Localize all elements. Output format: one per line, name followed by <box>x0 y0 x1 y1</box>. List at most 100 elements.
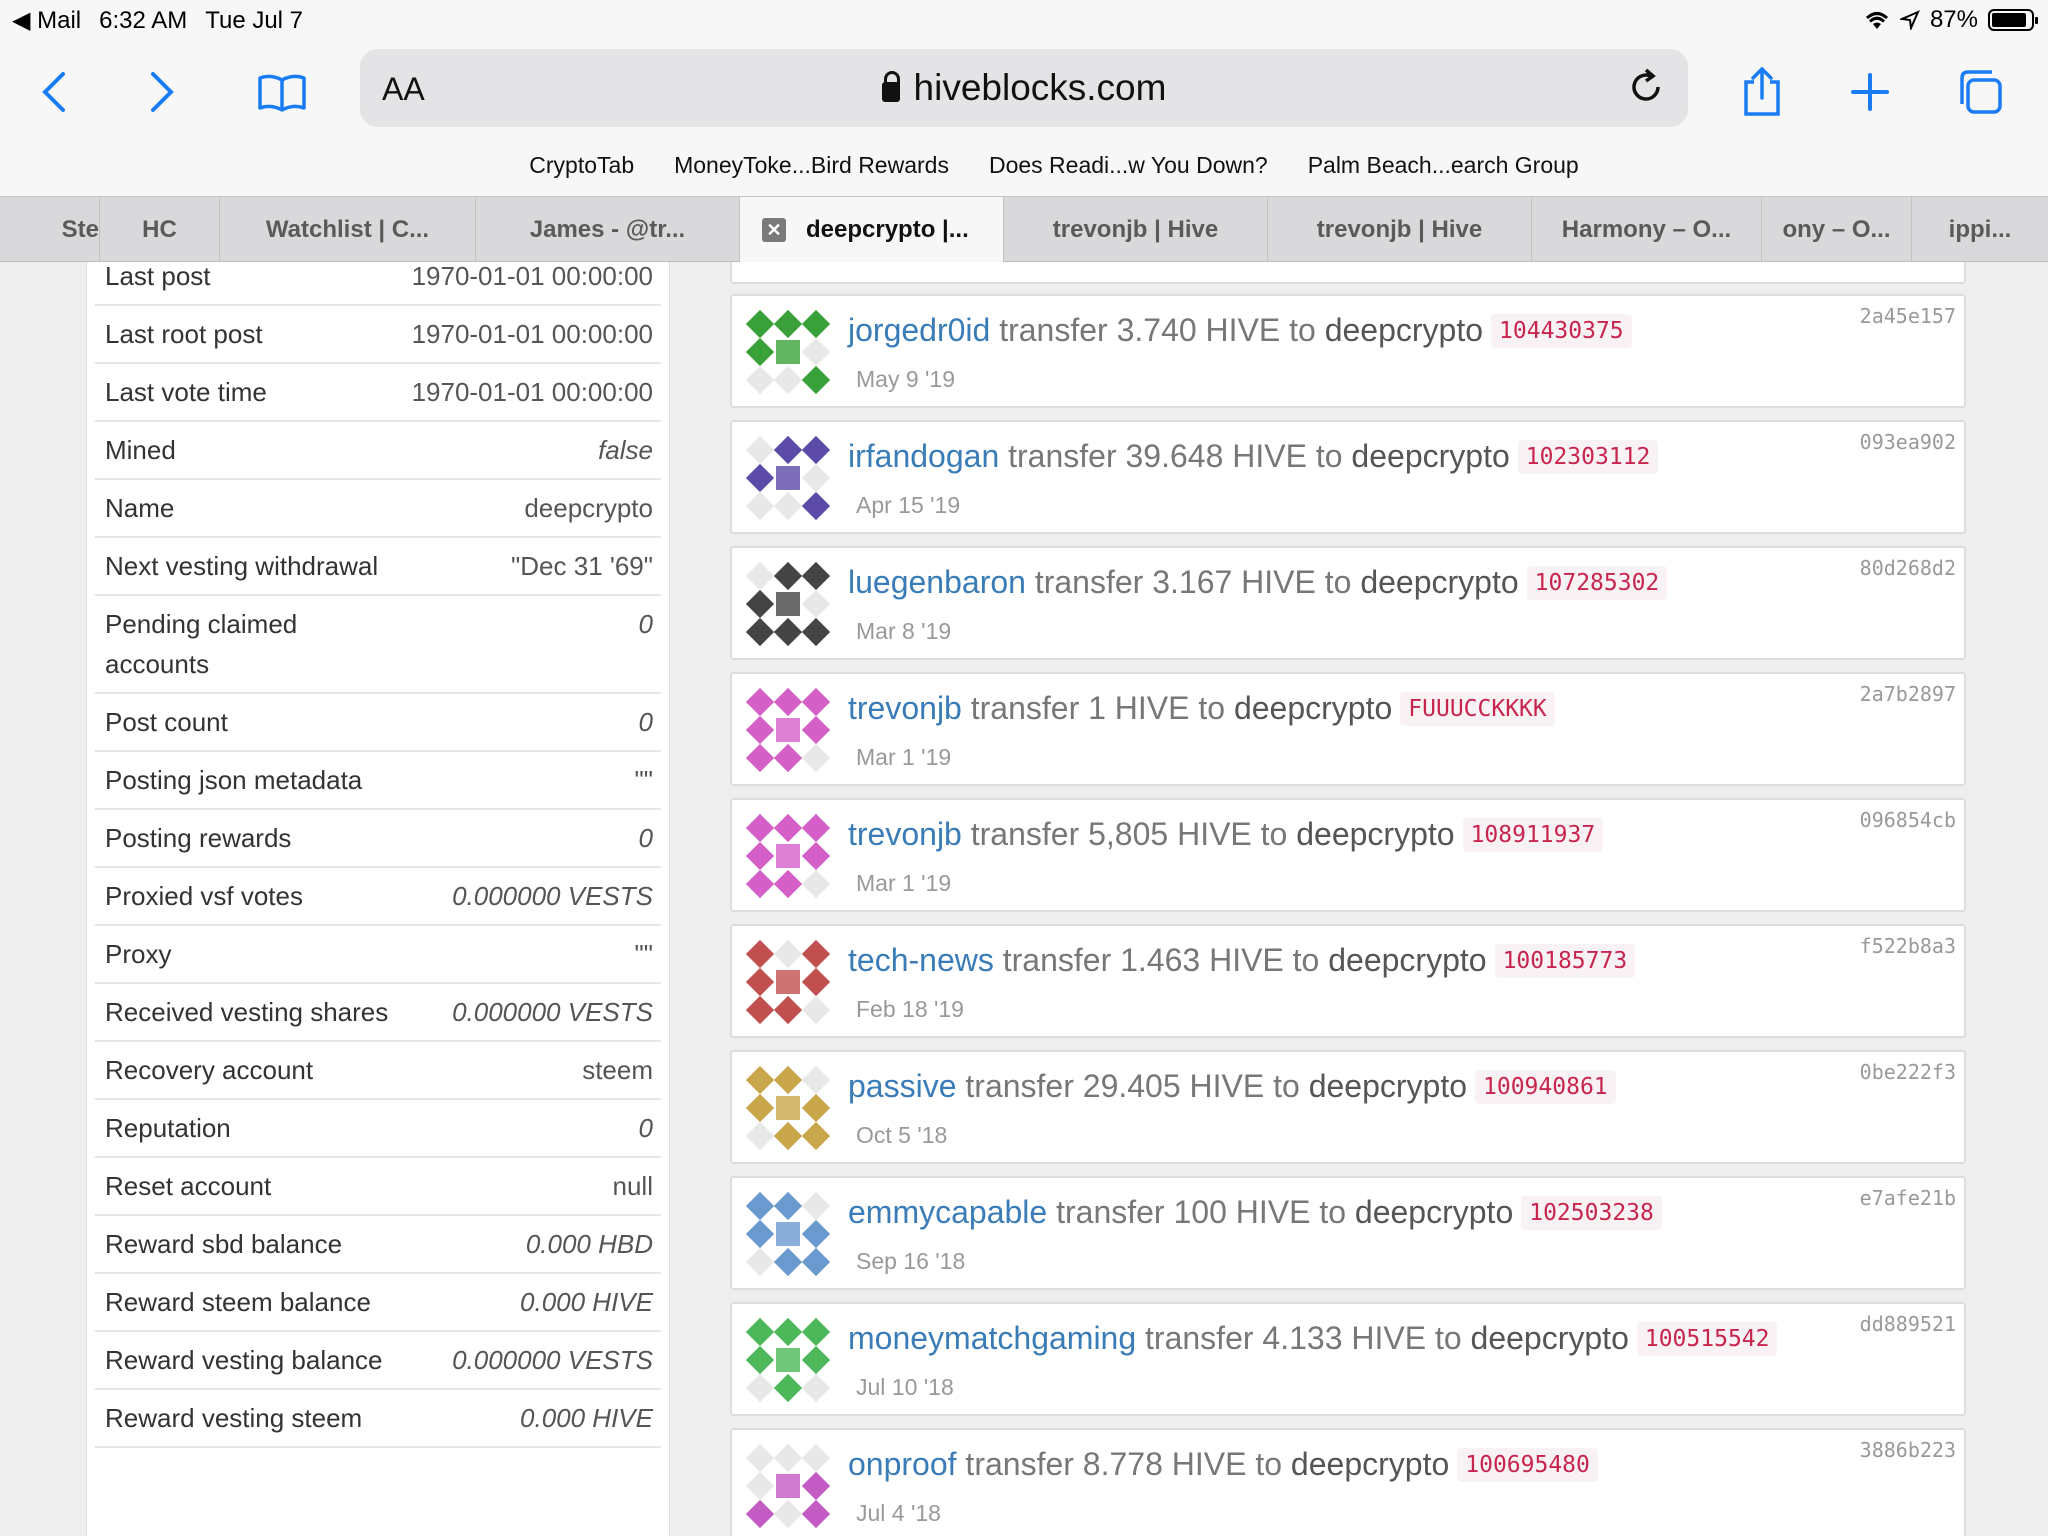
receiver-link[interactable]: deepcrypto <box>1351 438 1509 474</box>
transfer-date: Oct 5 '18 <box>856 1122 948 1148</box>
transfer-line: passive transfer 29.405 HIVE to deepcryp… <box>848 1068 1616 1105</box>
receiver-link[interactable]: deepcrypto <box>1296 816 1454 852</box>
new-tab-button[interactable] <box>1840 62 1900 122</box>
tab[interactable]: trevonjb | Hive <box>1004 197 1268 263</box>
receiver-link[interactable]: deepcrypto <box>1291 1446 1449 1482</box>
property-key: Post count <box>105 707 228 737</box>
transaction-hash-link[interactable]: dd889521 <box>1860 1312 1956 1336</box>
property-key: Reward sbd balance <box>105 1229 343 1259</box>
transfer-amount-text: transfer 39.648 HIVE to <box>1008 438 1343 474</box>
tab[interactable]: ony – O... <box>1762 197 1912 263</box>
tab[interactable]: Ste <box>0 197 100 263</box>
transfer-card: passive transfer 29.405 HIVE to deepcryp… <box>730 1050 1966 1164</box>
close-tab-icon[interactable]: ✕ <box>762 218 786 242</box>
back-to-app-link[interactable]: ◀ Mail <box>12 6 81 35</box>
bookmark-link[interactable]: Palm Beach...earch Group <box>1308 150 1579 196</box>
receiver-link[interactable]: deepcrypto <box>1325 312 1483 348</box>
sender-link[interactable]: trevonjb <box>848 690 962 726</box>
property-key: Reward vesting balance <box>105 1345 383 1375</box>
tab-active[interactable]: ✕ deepcrypto |... <box>740 197 1004 263</box>
property-value: 0 <box>638 1113 653 1143</box>
transfer-memo: 102503238 <box>1521 1196 1662 1230</box>
sender-link[interactable]: trevonjb <box>848 816 962 852</box>
sender-link[interactable]: passive <box>848 1068 957 1104</box>
transaction-hash-link[interactable]: 3886b223 <box>1860 1438 1956 1462</box>
tabs-overview-button[interactable] <box>1950 62 2010 122</box>
sender-link[interactable]: irfandogan <box>848 438 999 474</box>
transfer-line: luegenbaron transfer 3.167 HIVE to deepc… <box>848 564 1668 601</box>
browser-toolbar: AA hiveblocks.com <box>0 40 2048 150</box>
transaction-hash-link[interactable]: 0be222f3 <box>1860 1060 1956 1084</box>
transaction-hash-link[interactable]: 093ea902 <box>1860 430 1956 454</box>
user-avatar-icon[interactable] <box>746 562 830 646</box>
lock-icon <box>881 71 900 102</box>
sender-link[interactable]: jorgedr0id <box>848 312 990 348</box>
transfer-line: trevonjb transfer 5,805 HIVE to deepcryp… <box>848 816 1604 853</box>
property-row: Last post 1970-01-01 00:00:00 <box>95 262 661 306</box>
bookmark-link[interactable]: MoneyToke...Bird Rewards <box>674 150 949 196</box>
tab-label: deepcrypto |... <box>806 216 969 243</box>
transfer-memo: 104430375 <box>1491 314 1632 348</box>
tab[interactable]: HC <box>100 197 220 263</box>
tab[interactable]: James - @tr... <box>476 197 740 263</box>
back-app-label: Mail <box>37 7 82 34</box>
bookmark-link[interactable]: CryptoTab <box>529 150 634 196</box>
plus-icon <box>1851 73 1889 111</box>
address-host-wrap: hiveblocks.com <box>360 67 1688 109</box>
property-row: Proxied vsf votes 0.000000 VESTS <box>95 868 661 926</box>
user-avatar-icon[interactable] <box>746 310 830 394</box>
tab[interactable]: Watchlist | C... <box>220 197 476 263</box>
receiver-link[interactable]: deepcrypto <box>1328 942 1486 978</box>
user-avatar-icon[interactable] <box>746 1318 830 1402</box>
share-button[interactable] <box>1732 62 1792 122</box>
user-avatar-icon[interactable] <box>746 1444 830 1528</box>
transaction-hash-link[interactable]: 2a45e157 <box>1860 304 1956 328</box>
tab[interactable]: trevonjb | Hive <box>1268 197 1532 263</box>
transaction-hash-link[interactable]: e7afe21b <box>1860 1186 1956 1210</box>
receiver-link[interactable]: deepcrypto <box>1471 1320 1629 1356</box>
transfer-history-list: jorgedr0id transfer 3.740 HIVE to deepcr… <box>730 262 1966 1536</box>
property-value: "Dec 31 '69" <box>511 551 653 581</box>
reload-icon[interactable] <box>1626 67 1666 107</box>
receiver-link[interactable]: deepcrypto <box>1234 690 1392 726</box>
user-avatar-icon[interactable] <box>746 436 830 520</box>
transfer-card-partial <box>730 262 1966 284</box>
sender-link[interactable]: tech-news <box>848 942 994 978</box>
transaction-hash-link[interactable]: 2a7b2897 <box>1860 682 1956 706</box>
property-value: 0.000 HIVE <box>520 1403 653 1433</box>
address-bar[interactable]: AA hiveblocks.com <box>360 49 1688 127</box>
property-row: Reset account null <box>95 1158 661 1216</box>
transaction-hash-link[interactable]: 80d268d2 <box>1860 556 1956 580</box>
back-button[interactable] <box>24 62 84 122</box>
transfer-date: May 9 '19 <box>856 366 955 392</box>
user-avatar-icon[interactable] <box>746 940 830 1024</box>
tab[interactable]: ippi... <box>1912 197 2048 263</box>
user-avatar-icon[interactable] <box>746 1066 830 1150</box>
transfer-card: onproof transfer 8.778 HIVE to deepcrypt… <box>730 1428 1966 1536</box>
sender-link[interactable]: moneymatchgaming <box>848 1320 1136 1356</box>
properties-table: Last post 1970-01-01 00:00:00 Last root po… <box>95 262 661 1448</box>
transfer-date: Sep 16 '18 <box>856 1248 966 1274</box>
bookmark-link[interactable]: Does Readi...w You Down? <box>989 150 1268 196</box>
user-avatar-icon[interactable] <box>746 688 830 772</box>
transaction-hash-link[interactable]: f522b8a3 <box>1860 934 1956 958</box>
receiver-link[interactable]: deepcrypto <box>1360 564 1518 600</box>
property-value: 0 <box>638 823 653 853</box>
transfer-card: irfandogan transfer 39.648 HIVE to deepc… <box>730 420 1966 534</box>
user-avatar-icon[interactable] <box>746 1192 830 1276</box>
tab-label: trevonjb | Hive <box>1052 216 1219 243</box>
sender-link[interactable]: emmycapable <box>848 1194 1047 1230</box>
sender-link[interactable]: onproof <box>848 1446 957 1482</box>
sender-link[interactable]: luegenbaron <box>848 564 1026 600</box>
status-time: 6:32 AM <box>99 6 188 34</box>
receiver-link[interactable]: deepcrypto <box>1309 1068 1467 1104</box>
property-key: Name <box>105 493 175 523</box>
property-key: Proxied vsf votes <box>105 881 303 911</box>
tab[interactable]: Harmony – O... <box>1532 197 1762 263</box>
user-avatar-icon[interactable] <box>746 814 830 898</box>
transaction-hash-link[interactable]: 096854cb <box>1860 808 1956 832</box>
transfer-line: jorgedr0id transfer 3.740 HIVE to deepcr… <box>848 312 1632 349</box>
forward-button[interactable] <box>132 62 192 122</box>
receiver-link[interactable]: deepcrypto <box>1355 1194 1513 1230</box>
bookmarks-button[interactable] <box>252 62 312 122</box>
